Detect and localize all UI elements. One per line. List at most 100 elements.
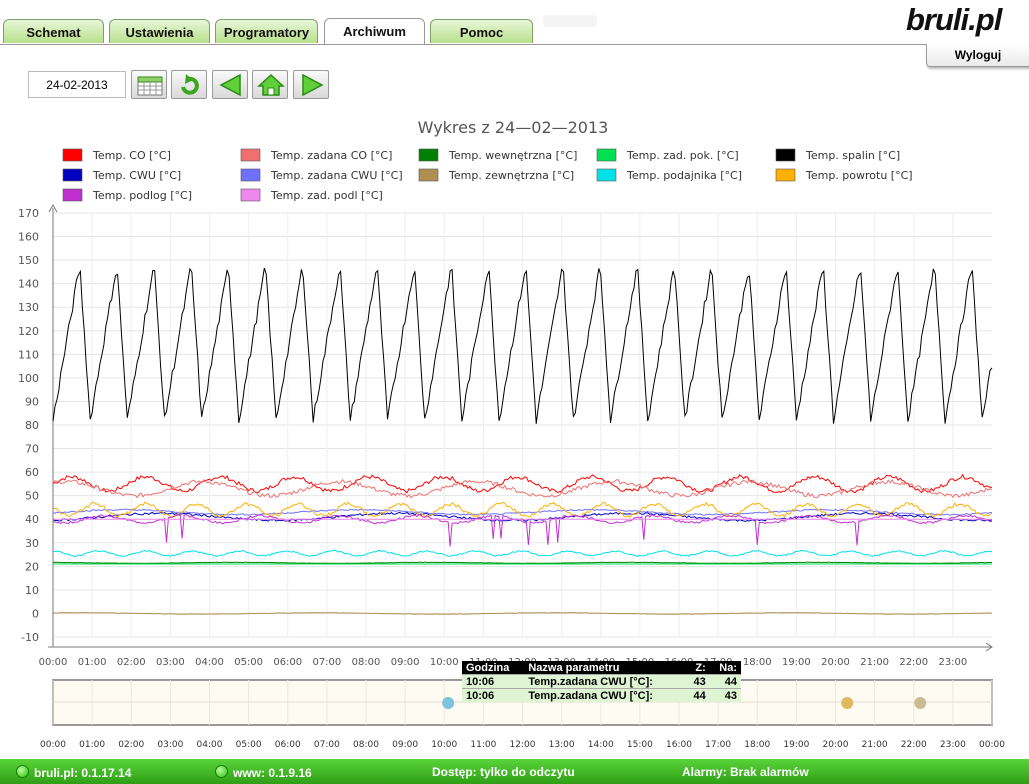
app-version-text: bruli.pl: 0.1.17.14 xyxy=(34,766,132,780)
legend-item[interactable]: Temp. zewnętrzna [°C] xyxy=(418,168,574,182)
navigator-tick-label: 13:00 xyxy=(549,740,575,750)
legend-label: Temp. wewnętrzna [°C] xyxy=(448,149,577,162)
app-version: bruli.pl: 0.1.17.14 xyxy=(16,765,131,780)
legend-label: Temp. zadana CO [°C] xyxy=(270,149,392,162)
status-bar: bruli.pl: 0.1.17.14 www: 0.1.9.16 Dostęp… xyxy=(0,759,1029,784)
event-marker[interactable] xyxy=(914,697,927,709)
y-tick-label: 40 xyxy=(25,513,39,526)
navigator-tick-label: 00:00 xyxy=(979,740,1005,750)
y-tick-label: 170 xyxy=(18,207,39,220)
home-button[interactable] xyxy=(252,70,288,99)
legend-swatch xyxy=(62,188,83,202)
legend-item[interactable]: Temp. wewnętrzna [°C] xyxy=(418,148,577,162)
legend-item[interactable]: Temp. powrotu [°C] xyxy=(775,168,913,182)
navigator-tick-label: 08:00 xyxy=(353,740,379,750)
calendar-icon xyxy=(137,76,163,96)
legend-label: Temp. zad. podl [°C] xyxy=(270,189,383,202)
x-tick-label: 20:00 xyxy=(821,657,850,668)
y-tick-label: 80 xyxy=(25,419,39,432)
tooltip-from: 44 xyxy=(685,688,710,702)
navigator-tick-label: 16:00 xyxy=(666,740,692,750)
legend-label: Temp. CO [°C] xyxy=(92,149,171,162)
x-tick-label: 01:00 xyxy=(78,657,107,668)
logo: bruli.pl xyxy=(906,2,1002,37)
x-tick-label: 06:00 xyxy=(273,657,302,668)
legend-item[interactable]: Temp. spalin [°C] xyxy=(775,148,900,162)
tooltip-time: 10:06 xyxy=(462,674,525,689)
tooltip-param: Temp.zadana CWU [°C]: xyxy=(524,688,686,702)
event-marker[interactable] xyxy=(841,697,854,709)
x-tick-label: 22:00 xyxy=(899,657,928,668)
x-tick-label: 21:00 xyxy=(860,657,889,668)
legend-item[interactable]: Temp. CO [°C] xyxy=(62,148,171,162)
y-tick-label: 160 xyxy=(18,231,39,244)
navigator-tick-label: 22:00 xyxy=(901,740,927,750)
www-version-text: www: 0.1.9.16 xyxy=(233,766,312,780)
legend-item[interactable]: Temp. zadana CO [°C] xyxy=(240,148,392,162)
calendar-button[interactable] xyxy=(131,70,167,99)
home-icon xyxy=(257,73,285,96)
alarm-status: Alarmy: Brak alarmów xyxy=(682,765,809,779)
tooltip-row: 10:06 Temp.zadana CWU [°C]: 44 43 xyxy=(462,688,741,702)
legend-item[interactable]: Temp. zadana CWU [°C] xyxy=(240,168,403,182)
x-tick-label: 05:00 xyxy=(234,657,263,668)
empty-tab-slot xyxy=(543,15,597,27)
tab-archiwum[interactable]: Archiwum xyxy=(324,18,425,45)
legend-item[interactable]: Temp. podajnika [°C] xyxy=(596,168,742,182)
navigator-tick-label: 14:00 xyxy=(588,740,614,750)
x-tick-label: 09:00 xyxy=(391,657,420,668)
legend-item[interactable]: Temp. zad. pok. [°C] xyxy=(596,148,739,162)
grid xyxy=(52,212,992,638)
event-marker[interactable] xyxy=(442,697,455,709)
legend-swatch xyxy=(775,168,796,182)
tooltip-to: 43 xyxy=(709,688,741,702)
logout-button[interactable]: Wyloguj xyxy=(926,44,1029,67)
navigator-tick-label: 07:00 xyxy=(314,740,340,750)
tooltip-header-to: Na: xyxy=(709,661,741,675)
legend-item[interactable]: Temp. podlog [°C] xyxy=(62,188,192,202)
legend-swatch xyxy=(418,168,439,182)
tab-pomoc[interactable]: Pomoc xyxy=(430,19,533,43)
y-tick-label: 90 xyxy=(25,395,39,408)
navigator-tick-label: 10:00 xyxy=(431,740,457,750)
tab-programatory[interactable]: Programatory xyxy=(215,19,318,43)
navigator-tick-label: 19:00 xyxy=(783,740,809,750)
x-tick-label: 18:00 xyxy=(743,657,772,668)
next-day-button[interactable] xyxy=(293,70,329,99)
legend-label: Temp. zad. pok. [°C] xyxy=(626,149,739,162)
legend-swatch xyxy=(240,168,261,182)
navigator-tick-label: 21:00 xyxy=(862,740,888,750)
navigator-tick-label: 17:00 xyxy=(705,740,731,750)
date-input[interactable]: 24-02-2013 xyxy=(28,71,126,98)
x-tick-label: 04:00 xyxy=(195,657,224,668)
y-tick-label: 0 xyxy=(32,607,39,620)
navigator-tick-label: 03:00 xyxy=(157,740,183,750)
legend-swatch xyxy=(62,148,83,162)
navigator-tick-label: 00:00 xyxy=(40,740,66,750)
status-ok-icon xyxy=(215,765,228,778)
legend-item[interactable]: Temp. CWU [°C] xyxy=(62,168,181,182)
prev-arrow-icon xyxy=(219,73,241,97)
navigator-tick-label: 23:00 xyxy=(940,740,966,750)
tooltip-header-time: Godzina xyxy=(462,661,525,675)
legend-label: Temp. CWU [°C] xyxy=(92,169,181,182)
navigator-tick-label: 02:00 xyxy=(118,740,144,750)
legend-label: Temp. zadana CWU [°C] xyxy=(270,169,403,182)
tooltip-row: 10:06 Temp.zadana CWU [°C]: 43 44 xyxy=(462,674,741,689)
legend-swatch xyxy=(596,168,617,182)
legend-swatch xyxy=(596,148,617,162)
refresh-button[interactable] xyxy=(171,70,207,99)
tab-ustawienia[interactable]: Ustawienia xyxy=(109,19,210,43)
navigator-tick-label: 04:00 xyxy=(197,740,223,750)
temperature-chart[interactable]: Wykres z 24—02—2013 Temp. CO [°C] Temp. z… xyxy=(0,105,1029,755)
legend-item[interactable]: Temp. zad. podl [°C] xyxy=(240,188,383,202)
x-tick-label: 03:00 xyxy=(156,657,185,668)
x-tick-label: 23:00 xyxy=(938,657,967,668)
y-tick-label: 30 xyxy=(25,537,39,550)
tooltip-header-from: Z: xyxy=(685,661,710,675)
prev-day-button[interactable] xyxy=(212,70,248,99)
y-tick-label: -10 xyxy=(21,631,39,644)
tab-schemat[interactable]: Schemat xyxy=(3,19,104,43)
top-bar: Schemat Ustawienia Programatory Archiwum… xyxy=(0,0,1029,45)
x-tick-label: 07:00 xyxy=(312,657,341,668)
